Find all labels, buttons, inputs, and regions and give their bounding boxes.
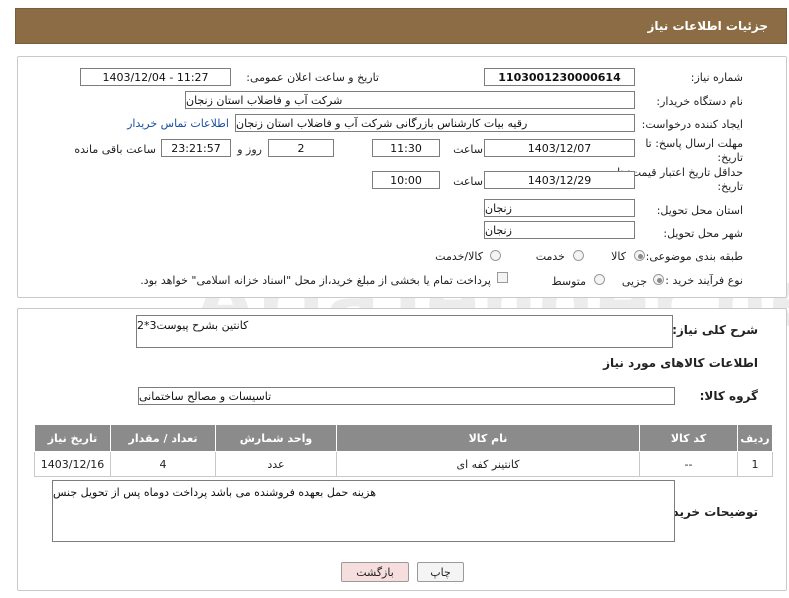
buyer-contact-link[interactable]: اطلاعات تماس خریدار <box>127 117 229 130</box>
category-service-label: خدمت <box>535 250 565 263</box>
col-unit: واحد شمارش <box>215 424 337 452</box>
remaining-days-field[interactable]: 2 <box>268 139 334 157</box>
cell-unit: عدد <box>215 451 337 477</box>
remaining-time-field[interactable]: 23:21:57 <box>161 139 231 157</box>
deadline-time-field[interactable]: 11:30 <box>372 139 440 157</box>
validity-time-label: ساعت <box>453 175 483 188</box>
print-button[interactable]: چاپ <box>417 562 464 582</box>
buyer-org-field[interactable]: شرکت آب و فاضلاب استان زنجان <box>185 91 635 109</box>
process-type-label: نوع فرآیند خرید : <box>665 274 743 287</box>
col-date: تاریخ نیاز <box>34 424 111 452</box>
treasury-payment-checkbox[interactable] <box>497 272 508 283</box>
treasury-payment-text: پرداخت تمام یا بخشی از مبلغ خرید،از محل … <box>140 274 491 287</box>
table-row[interactable]: 1 -- کانتینر کفه ای عدد 4 1403/12/16 <box>34 451 773 477</box>
buyer-org-label: نام دستگاه خریدار: <box>656 95 743 108</box>
goods-section-title: اطلاعات کالاهای مورد نیاز <box>603 356 758 370</box>
buyer-notes-field[interactable]: هزینه حمل بعهده فروشنده می باشد پرداخت د… <box>52 480 675 542</box>
description-label: شرح کلی نیاز: <box>672 323 758 337</box>
col-qty: تعداد / مقدار <box>110 424 216 452</box>
col-name: نام کالا <box>336 424 640 452</box>
category-label: طبقه بندی موضوعی: <box>645 250 743 263</box>
cell-name: کانتینر کفه ای <box>336 451 640 477</box>
creator-label: ایجاد کننده درخواست: <box>641 118 743 131</box>
city-label: شهر محل تحویل: <box>663 227 743 240</box>
category-goods-service-label: کالا/خدمت <box>435 250 483 263</box>
page-header: جزئیات اطلاعات نیاز <box>15 8 787 44</box>
back-button[interactable]: بازگشت <box>341 562 409 582</box>
goods-table: ردیف کد کالا نام کالا واحد شمارش تعداد /… <box>34 424 773 477</box>
goods-group-field[interactable]: تاسیسات و مصالح ساختمانی <box>138 387 675 405</box>
announce-date-label: تاریخ و ساعت اعلان عمومی: <box>246 71 379 84</box>
validity-date-field[interactable]: 1403/12/29 <box>484 171 635 189</box>
need-number-label: شماره نیاز: <box>690 71 743 84</box>
city-field[interactable]: زنجان <box>484 221 635 239</box>
province-label: استان محل تحویل: <box>656 204 743 217</box>
category-goods-radio[interactable] <box>634 250 645 261</box>
cell-qty: 4 <box>110 451 216 477</box>
category-goods-label: کالا <box>611 250 626 263</box>
need-number-field[interactable]: 1103001230000614 <box>484 68 635 86</box>
deadline-label-text: مهلت ارسال پاسخ: تا تاریخ: <box>645 137 743 164</box>
goods-group-label: گروه کالا: <box>699 389 758 403</box>
deadline-label: مهلت ارسال پاسخ: تا تاریخ: <box>643 137 743 165</box>
cell-date: 1403/12/16 <box>34 451 111 477</box>
process-medium-radio[interactable] <box>594 274 605 285</box>
creator-field[interactable]: رقیه بیات کارشناس بازرگانی شرکت آب و فاض… <box>235 114 635 132</box>
col-code: کد کالا <box>639 424 738 452</box>
cell-code: -- <box>639 451 738 477</box>
announce-date-field[interactable]: 1403/12/04 - 11:27 <box>80 68 231 86</box>
remaining-label: ساعت باقی مانده <box>74 143 156 156</box>
process-minor-label: جزیی <box>621 275 647 288</box>
buyer-notes-text: هزینه حمل بعهده فروشنده می باشد پرداخت د… <box>53 486 376 499</box>
cell-row: 1 <box>737 451 773 477</box>
validity-time-field[interactable]: 10:00 <box>372 171 440 189</box>
province-field[interactable]: زنجان <box>484 199 635 217</box>
category-service-radio[interactable] <box>573 250 584 261</box>
description-field[interactable]: کانتین بشرح پیوست3*2 <box>136 315 673 348</box>
page-title: جزئیات اطلاعات نیاز <box>647 19 768 33</box>
deadline-date-field[interactable]: 1403/12/07 <box>484 139 635 157</box>
days-label: روز و <box>237 143 262 156</box>
col-row: ردیف <box>737 424 773 452</box>
category-goods-service-radio[interactable] <box>490 250 501 261</box>
process-minor-radio[interactable] <box>653 274 664 285</box>
table-header-row: ردیف کد کالا نام کالا واحد شمارش تعداد /… <box>34 424 773 452</box>
description-text: کانتین بشرح پیوست3*2 <box>137 319 249 332</box>
process-medium-label: متوسط <box>551 275 586 288</box>
deadline-time-label: ساعت <box>453 143 483 156</box>
